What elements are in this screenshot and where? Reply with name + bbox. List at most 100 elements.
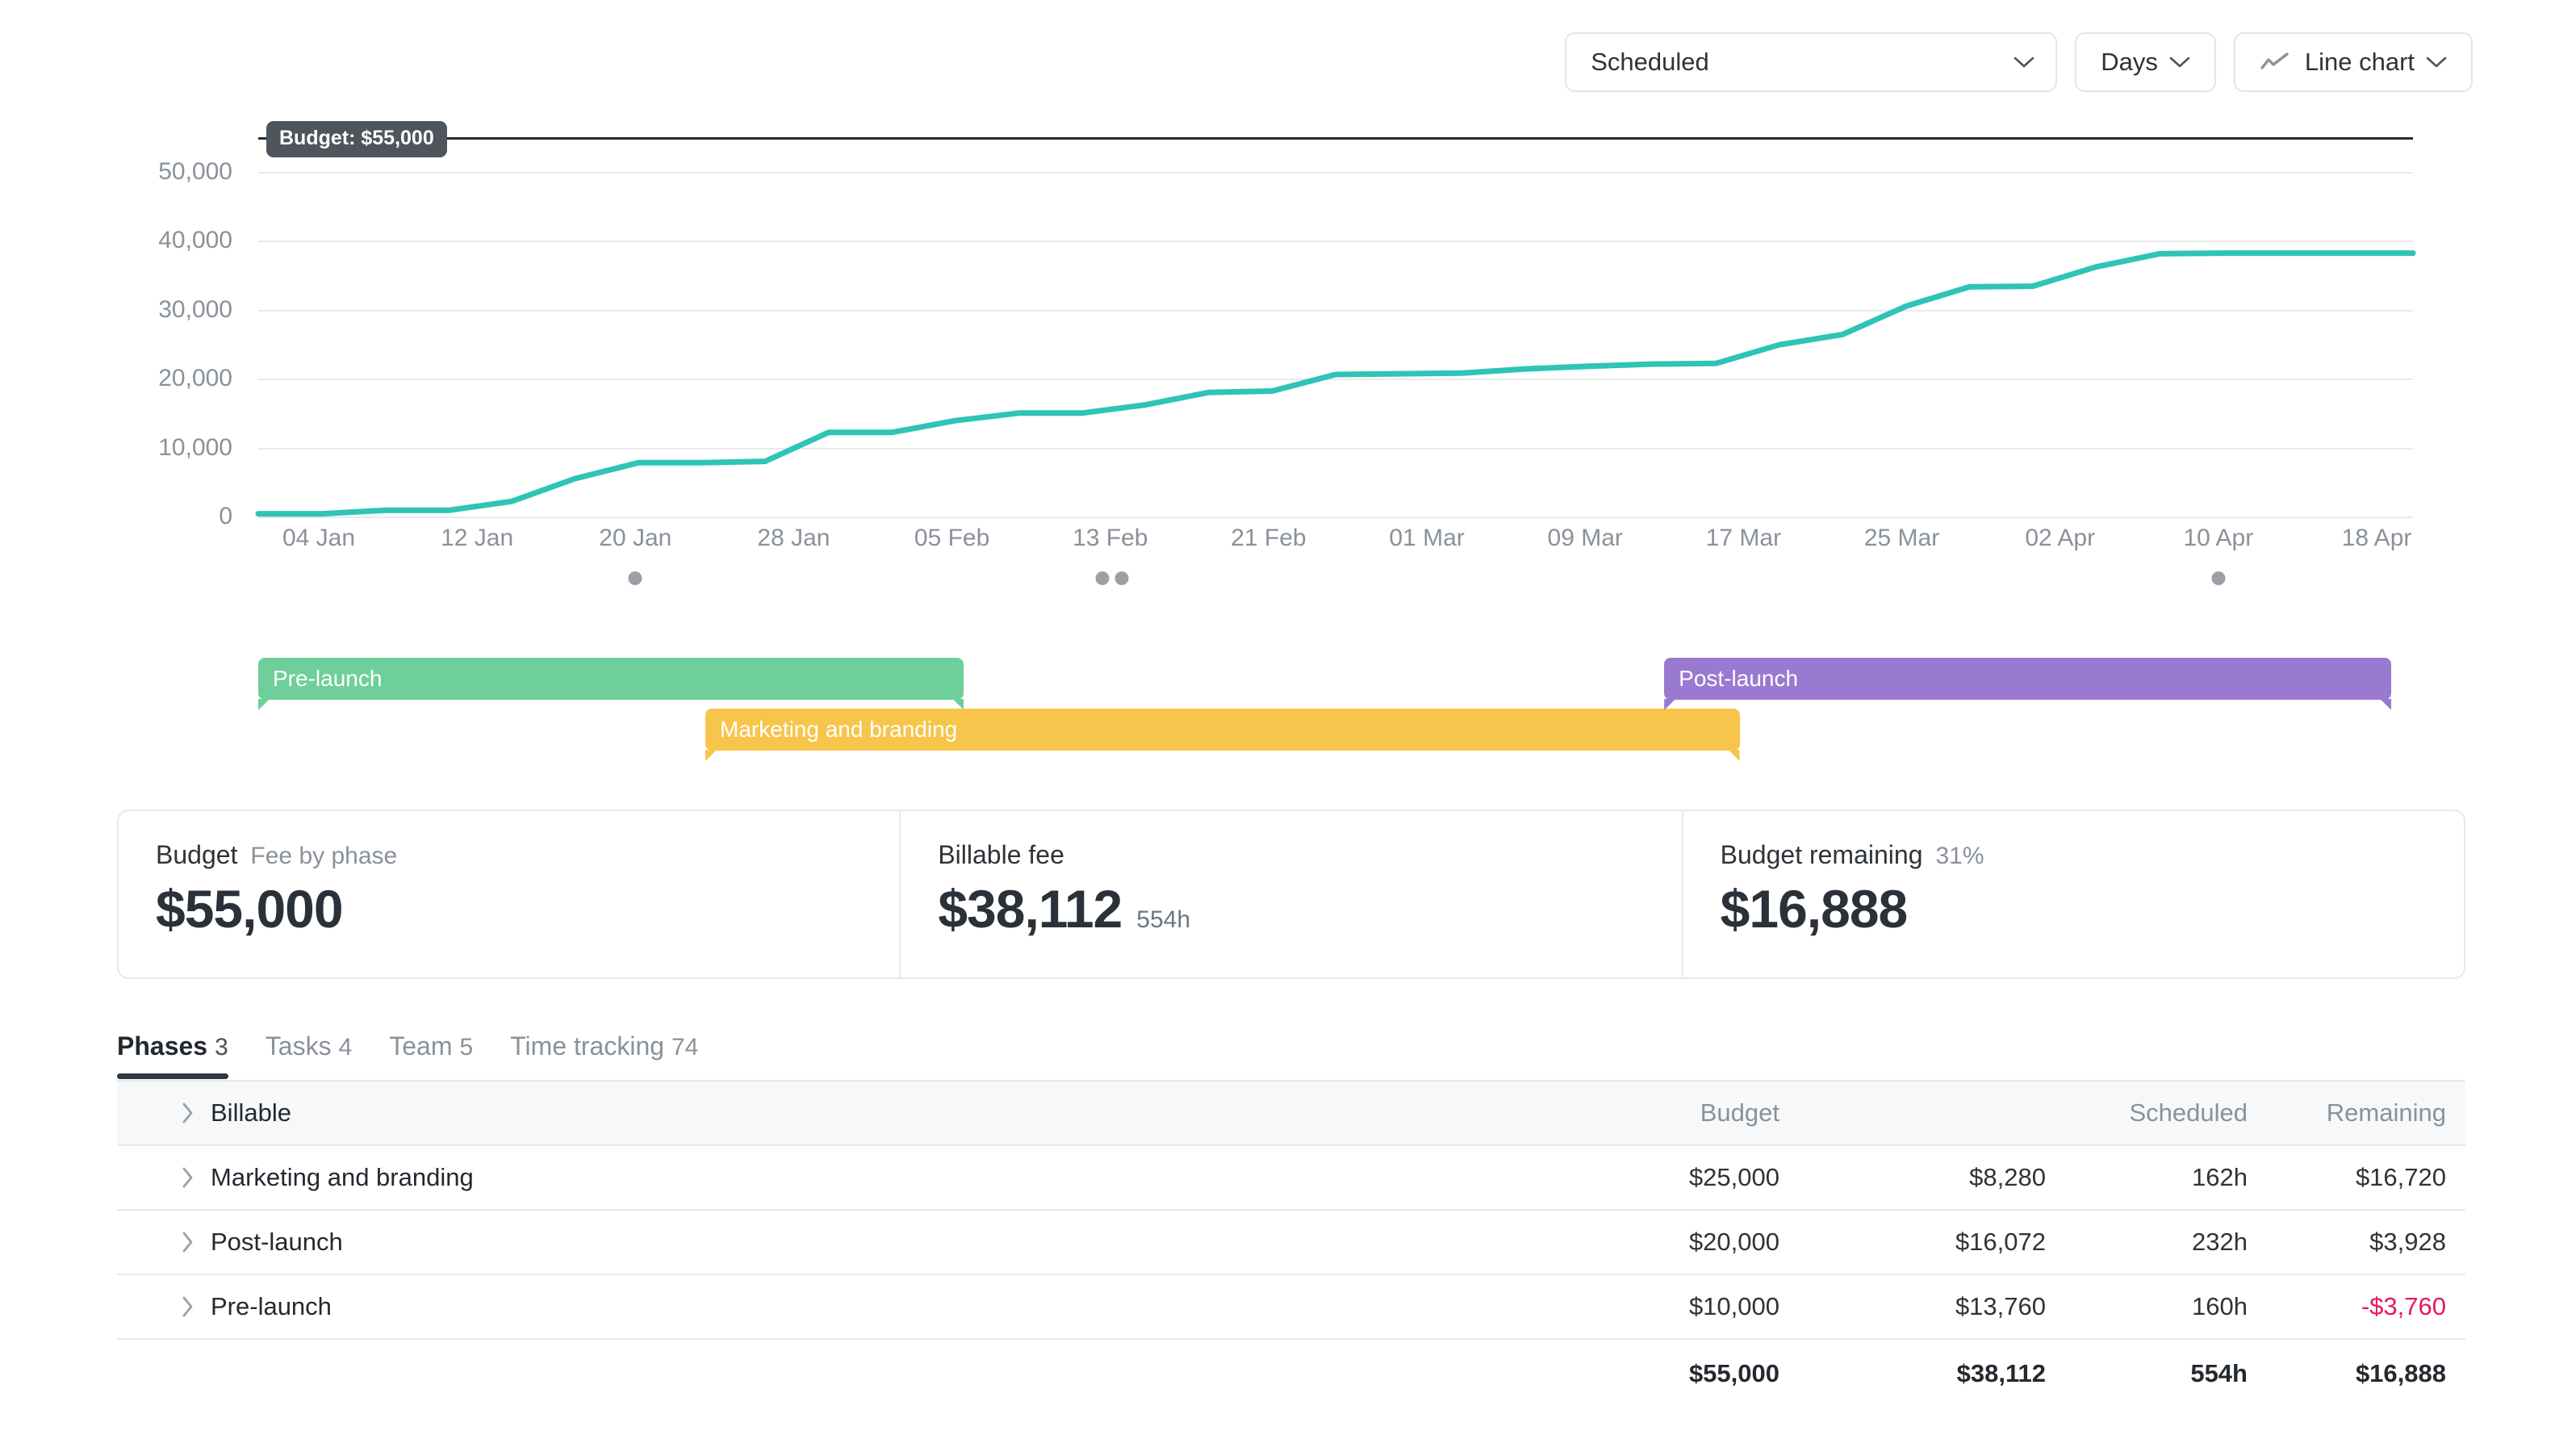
- tab-label: Team: [389, 1031, 453, 1061]
- tab-label: Tasks: [265, 1031, 332, 1061]
- x-axis-tick: 21 Feb: [1231, 525, 1307, 551]
- table-header-row: Billable Budget Scheduled Remaining: [117, 1082, 2465, 1146]
- phase-bar-label: Marketing and branding: [720, 717, 958, 742]
- table-row-remaining: $16,720: [2355, 1163, 2446, 1191]
- milestone-dot: [1114, 571, 1129, 585]
- chevron-down-icon: [2014, 56, 2034, 69]
- chevron-right-icon[interactable]: [165, 1295, 211, 1319]
- x-axis-tick: 04 Jan: [282, 525, 356, 551]
- summary-card: Billable fee $38,112 554h: [899, 811, 1681, 977]
- phase-bar[interactable]: Pre-launch: [258, 658, 964, 710]
- line-chart-icon: [2260, 52, 2290, 73]
- chart-type-select[interactable]: Line chart: [2233, 32, 2473, 92]
- budget-dashboard: Scheduled Days Line chart 50,000 40,000 30…: [0, 0, 2576, 1456]
- table-row[interactable]: Pre-launch $10,000 $13,760 160h -$3,760: [117, 1275, 2465, 1340]
- chevron-down-icon: [2169, 56, 2190, 69]
- y-axis-tick: 50,000: [158, 157, 232, 185]
- phases-table: Billable Budget Scheduled Remaining Marketin…: [117, 1082, 2465, 1408]
- table-total-spent: $38,112: [1956, 1359, 2046, 1387]
- table-row-name: Post-launch: [211, 1228, 343, 1256]
- phase-timeline: Pre-launch Marketing and branding Post-lau…: [0, 658, 2576, 771]
- x-axis-tick: 10 Apr: [2183, 525, 2254, 551]
- table-row-remaining: -$3,760: [2361, 1292, 2446, 1320]
- summary-card-value: $55,000: [156, 879, 344, 939]
- x-axis-tick: 25 Mar: [1863, 525, 1940, 551]
- view-select[interactable]: Scheduled: [1565, 32, 2058, 92]
- y-axis-labels: 50,000 40,000 30,000 20,000 10,000 0: [0, 137, 232, 529]
- x-axis-tick: 20 Jan: [599, 525, 672, 551]
- table-row-budget: $20,000: [1688, 1228, 1779, 1256]
- chart-type-select-value: Line chart: [2304, 48, 2415, 76]
- table-header-budget: Budget: [1700, 1098, 1779, 1127]
- summary-card-value: $16,888: [1720, 879, 1909, 939]
- chevron-right-icon[interactable]: [165, 1165, 211, 1190]
- table-row-scheduled: 160h: [2192, 1292, 2248, 1320]
- phase-bar-tail: [705, 750, 717, 761]
- summary-card-value-sub: 554h: [1136, 906, 1191, 933]
- y-axis-tick: 20,000: [158, 365, 232, 392]
- summary-card-value: $38,112: [938, 879, 1123, 939]
- scheduled-series-line: [255, 250, 2416, 517]
- tab-label: Time tracking: [510, 1031, 665, 1061]
- tab-count: 4: [338, 1034, 353, 1061]
- table-row-name: Pre-launch: [211, 1292, 332, 1320]
- phase-bar-label: Post-launch: [1679, 666, 1799, 691]
- x-axis-tick: 28 Jan: [757, 525, 830, 551]
- chevron-right-icon[interactable]: [165, 1101, 211, 1125]
- table-row-spent: $16,072: [1955, 1228, 2046, 1256]
- phase-bar-label: Pre-launch: [273, 666, 383, 691]
- milestone-dot: [2211, 571, 2226, 585]
- x-axis-tick: 05 Feb: [914, 525, 990, 551]
- summary-cards: Budget Fee by phase $55,000 Billable fee $38…: [117, 810, 2465, 979]
- chevron-down-icon: [2426, 56, 2447, 69]
- table-total-budget: $55,000: [1688, 1359, 1779, 1387]
- table-row-spent: $13,760: [1955, 1292, 2046, 1320]
- detail-tabs: Phases 3 Tasks 4 Team 5 Time tracking 74: [117, 1031, 698, 1079]
- table-row-remaining: $3,928: [2369, 1228, 2446, 1256]
- tab-label: Phases: [117, 1031, 208, 1061]
- view-select-value: Scheduled: [1591, 48, 1709, 76]
- summary-card: Budget Fee by phase $55,000: [119, 811, 899, 977]
- y-axis-tick: 30,000: [158, 295, 232, 323]
- tab-count: 5: [459, 1034, 474, 1061]
- table-total-scheduled: 554h: [2190, 1359, 2248, 1387]
- summary-card-subtitle: Fee by phase: [250, 843, 398, 869]
- phase-bar[interactable]: Marketing and branding: [705, 709, 1740, 761]
- table-total-remaining: $16,888: [2355, 1359, 2446, 1387]
- phase-bar-tail: [2380, 699, 2392, 710]
- x-axis-tick: 09 Mar: [1547, 525, 1623, 551]
- table-row-budget: $25,000: [1688, 1163, 1779, 1191]
- table-row-name: Marketing and branding: [211, 1163, 474, 1191]
- tab-team[interactable]: Team 5: [389, 1031, 473, 1079]
- tab-phases[interactable]: Phases 3: [117, 1031, 228, 1079]
- table-header-remaining: Remaining: [2326, 1098, 2446, 1127]
- table-row[interactable]: Marketing and branding $25,000 $8,280 162h $…: [117, 1146, 2465, 1211]
- tab-time-tracking[interactable]: Time tracking 74: [510, 1031, 698, 1079]
- x-axis-tick: 12 Jan: [441, 525, 514, 551]
- table-header-scheduled: Scheduled: [2129, 1098, 2248, 1127]
- granularity-select[interactable]: Days: [2075, 32, 2216, 92]
- table-header-name: Billable: [211, 1098, 291, 1127]
- phase-bar-tail: [1728, 750, 1740, 761]
- table-row-scheduled: 162h: [2192, 1163, 2248, 1191]
- granularity-select-value: Days: [2101, 48, 2158, 76]
- chevron-right-icon[interactable]: [165, 1230, 211, 1254]
- x-axis-tick: 18 Apr: [2341, 525, 2412, 551]
- summary-card-title: Budget remaining: [1720, 840, 1923, 869]
- tab-tasks[interactable]: Tasks 4: [266, 1031, 352, 1079]
- phase-bar-tail: [258, 699, 270, 710]
- summary-card-title: Budget: [156, 840, 238, 869]
- chart-plot-area: Budget: $55,000: [255, 121, 2416, 518]
- y-axis-tick: 10,000: [158, 433, 232, 461]
- table-row[interactable]: Post-launch $20,000 $16,072 232h $3,928: [117, 1211, 2465, 1275]
- x-axis-tick: 17 Mar: [1705, 525, 1782, 551]
- x-axis-tick: 01 Mar: [1389, 525, 1465, 551]
- chart-toolbar: Scheduled Days Line chart: [1565, 32, 2473, 92]
- milestone-dot: [628, 571, 642, 585]
- table-row-spent: $8,280: [1969, 1163, 2046, 1191]
- y-axis-tick: 40,000: [158, 227, 232, 254]
- table-total-row: $55,000 $38,112 554h $16,888: [117, 1340, 2465, 1408]
- tab-count: 74: [671, 1034, 699, 1061]
- phase-bar[interactable]: Post-launch: [1664, 658, 2392, 710]
- summary-card-title: Billable fee: [938, 840, 1064, 869]
